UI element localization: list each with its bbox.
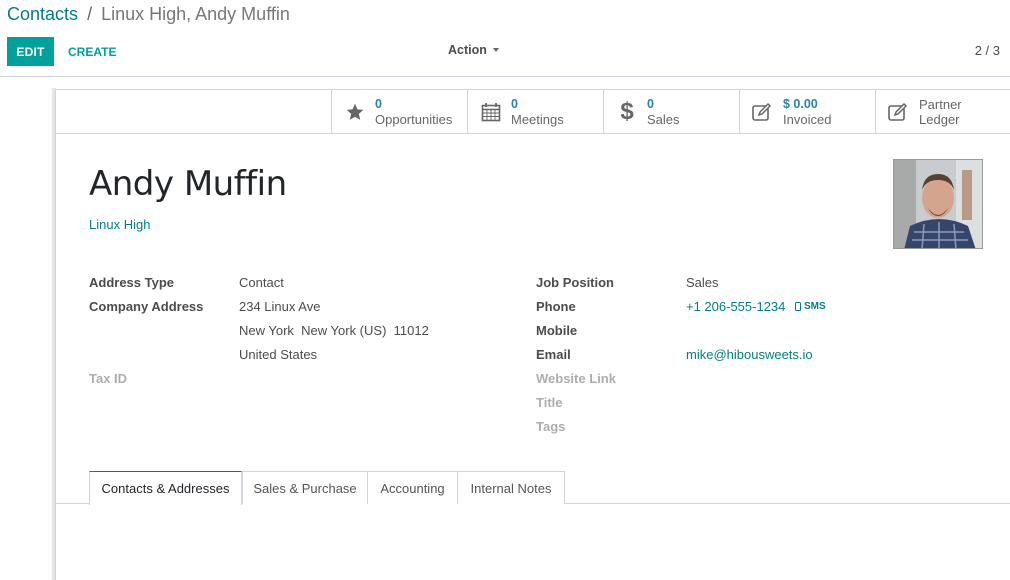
form-sheet: 0 Opportunities 0 Meetings $ 0 Sales $ 0… <box>55 89 1010 580</box>
contact-name: Andy Muffin <box>89 164 287 204</box>
breadcrumb-current: Linux High, Andy Muffin <box>101 4 290 24</box>
invoiced-amount: $ 0.00 <box>783 96 818 111</box>
opportunities-label: Opportunities <box>375 111 453 127</box>
invoiced-button[interactable]: $ 0.00 Invoiced <box>739 90 875 133</box>
pager[interactable]: 2 / 3 <box>975 43 1000 58</box>
action-label: Action <box>448 43 487 57</box>
job-position-label: Job Position <box>536 275 614 290</box>
dollar-icon: $ <box>620 97 634 125</box>
email-link[interactable]: mike@hibousweets.io <box>686 347 813 362</box>
caret-down-icon <box>492 48 499 52</box>
partner-ledger-label-line2: Ledger <box>919 111 960 127</box>
opportunities-count: 0 <box>375 96 382 111</box>
address-city-line: New York New York (US) 11012 <box>239 323 429 338</box>
sales-label: Sales <box>647 111 680 127</box>
meetings-label: Meetings <box>511 111 564 127</box>
phone-label: Phone <box>536 299 576 314</box>
job-position-value: Sales <box>686 275 719 290</box>
breadcrumb: Contacts / Linux High, Andy Muffin <box>7 4 290 25</box>
calendar-icon <box>480 101 502 123</box>
edit-button[interactable]: EDIT <box>7 37 54 66</box>
partner-ledger-label-line1: Partner <box>919 96 962 112</box>
title-label: Title <box>536 395 563 410</box>
edit-square-icon <box>752 101 774 123</box>
tab-internal-notes[interactable]: Internal Notes <box>457 471 565 504</box>
address-type-label: Address Type <box>89 275 175 290</box>
star-icon <box>344 101 366 123</box>
mobile-phone-icon <box>795 302 801 311</box>
button-box: 0 Opportunities 0 Meetings $ 0 Sales $ 0… <box>331 90 1010 134</box>
notebook-tabs: Contacts & Addresses Sales & Purchase Ac… <box>56 471 1010 505</box>
tab-contacts-addresses[interactable]: Contacts & Addresses <box>89 471 242 505</box>
action-dropdown[interactable]: Action <box>448 43 499 57</box>
partner-ledger-button[interactable]: Partner Ledger <box>875 90 1010 133</box>
tab-accounting[interactable]: Accounting <box>367 471 458 504</box>
invoiced-label: Invoiced <box>783 111 832 127</box>
sales-button[interactable]: $ 0 Sales <box>603 90 739 133</box>
mobile-label: Mobile <box>536 323 578 338</box>
email-label: Email <box>536 347 571 362</box>
sms-button[interactable]: SMS <box>795 301 826 312</box>
address-type-value: Contact <box>239 275 284 290</box>
company-address-label: Company Address <box>89 299 204 314</box>
opportunities-button[interactable]: 0 Opportunities <box>331 90 467 133</box>
sms-label: SMS <box>804 301 826 312</box>
control-panel: Contacts / Linux High, Andy Muffin EDIT … <box>0 0 1010 77</box>
tax-id-label: Tax ID <box>89 371 128 386</box>
create-button[interactable]: CREATE <box>62 37 122 66</box>
breadcrumb-contacts-link[interactable]: Contacts <box>7 4 78 24</box>
website-link-label: Website Link <box>536 371 616 386</box>
address-country: United States <box>239 347 318 362</box>
tab-sales-purchase[interactable]: Sales & Purchase <box>242 471 368 504</box>
contact-avatar[interactable] <box>893 159 983 249</box>
edit-square-icon <box>888 101 910 123</box>
tags-label: Tags <box>536 419 566 434</box>
sales-count: 0 <box>647 96 654 111</box>
meetings-count: 0 <box>511 96 518 111</box>
phone-link[interactable]: +1 206-555-1234 <box>686 299 785 314</box>
company-link[interactable]: Linux High <box>89 217 150 232</box>
meetings-button[interactable]: 0 Meetings <box>467 90 603 133</box>
avatar-image <box>894 160 982 248</box>
breadcrumb-separator: / <box>87 4 93 24</box>
address-street: 234 Linux Ave <box>239 299 321 314</box>
